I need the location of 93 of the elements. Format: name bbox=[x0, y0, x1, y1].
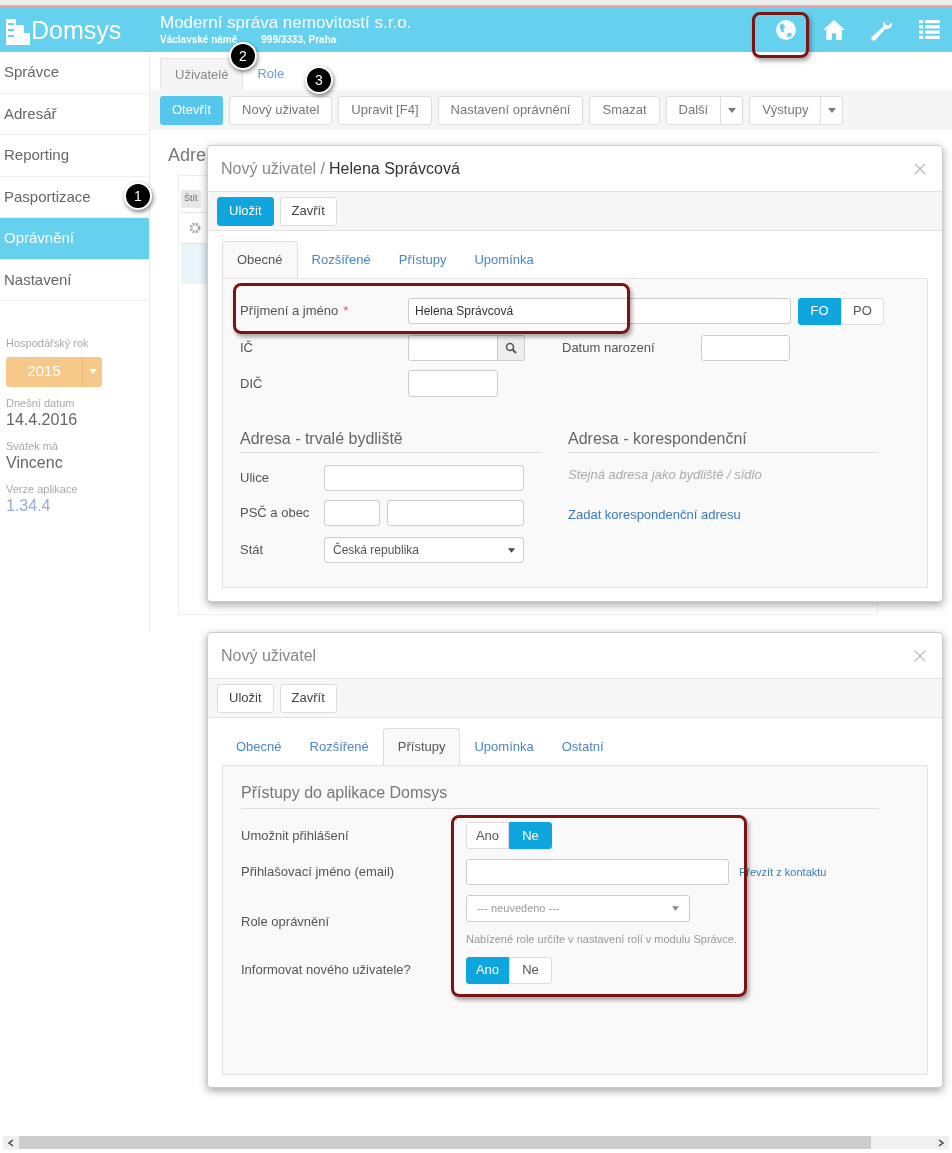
help-text: Nabízené role určíte v nastavení rolí v modulu Správce. bbox=[466, 932, 737, 947]
tab[interactable]: Obecné bbox=[222, 728, 296, 765]
toggle-option[interactable]: Ne bbox=[509, 822, 552, 849]
tag-chip: Štít bbox=[181, 190, 201, 208]
close-icon[interactable] bbox=[914, 162, 926, 175]
caret-icon bbox=[88, 369, 97, 374]
home-icon[interactable] bbox=[823, 18, 845, 41]
info-label: Verze aplikace bbox=[6, 481, 79, 496]
toolbar-button[interactable]: Další bbox=[665, 95, 744, 125]
field-label: Ulice bbox=[240, 469, 270, 488]
required-mark: * bbox=[343, 302, 349, 321]
city-input[interactable] bbox=[387, 500, 524, 526]
field-label: Informovat nového uživatele? bbox=[241, 961, 412, 980]
toggle-option[interactable]: Ano bbox=[466, 956, 509, 984]
dialog-button[interactable]: Zavřít bbox=[279, 196, 337, 226]
field-label: Umožnit přihlášení bbox=[241, 826, 350, 845]
tab[interactable]: Přístupy bbox=[382, 728, 461, 765]
field-label: Přihlašovací jméno (email) bbox=[241, 863, 396, 882]
field-label: DIČ bbox=[240, 374, 264, 393]
street-input[interactable] bbox=[324, 465, 524, 491]
tab[interactable]: Obecné bbox=[222, 241, 298, 278]
role-select[interactable]: --- neuvedeno --- bbox=[466, 895, 690, 922]
ic-search-field[interactable] bbox=[408, 335, 525, 361]
sidebar-item[interactable]: Pasportizace bbox=[4, 185, 91, 208]
chevron-right-icon[interactable] bbox=[937, 1138, 945, 1147]
caret-icon bbox=[827, 107, 836, 113]
dialog-button[interactable]: Zavřít bbox=[279, 683, 337, 713]
toggle-option[interactable]: Ano bbox=[466, 822, 509, 849]
info-label: Dnešní datum bbox=[6, 395, 76, 410]
field-label: PSČ a obec bbox=[240, 504, 311, 523]
globe-icon[interactable] bbox=[775, 18, 797, 41]
toolbar-button[interactable]: Smazat bbox=[589, 95, 660, 125]
section-heading: Přístupy do aplikace Domsys bbox=[241, 781, 879, 809]
company-name: Moderní správa nemovitostí s.r.o. bbox=[160, 13, 413, 33]
tab[interactable]: Rozšířené bbox=[297, 241, 385, 278]
field-label: Role oprávnění bbox=[241, 912, 331, 931]
caret-icon bbox=[727, 107, 736, 113]
field-label: Stát bbox=[240, 541, 265, 560]
version-text: 1.34.4 bbox=[6, 495, 52, 516]
dic-input[interactable] bbox=[408, 370, 498, 397]
field-label: Datum narození bbox=[562, 339, 656, 358]
info-value: Vincenc bbox=[6, 452, 64, 473]
note-text: Stejná adresa jako bydliště / sídlo bbox=[568, 466, 763, 484]
dialog-title: Nový uživatel / bbox=[221, 158, 326, 179]
dialog-button[interactable]: Uložit bbox=[217, 683, 274, 713]
sidebar-item[interactable]: Správce bbox=[4, 61, 60, 84]
field-label: Hospodářský rok bbox=[6, 336, 90, 351]
info-label: Svátek má bbox=[6, 438, 59, 453]
section-heading: Adresa - trvalé bydliště bbox=[240, 427, 541, 453]
dialog-button[interactable]: Uložit bbox=[217, 196, 274, 226]
toggle-option[interactable]: PO bbox=[841, 297, 884, 325]
address-link[interactable]: Zadat korespondenční adresu bbox=[568, 504, 741, 524]
tab[interactable]: Přístupy bbox=[384, 241, 461, 278]
zip-input[interactable] bbox=[324, 500, 380, 526]
section-heading: Adre bbox=[168, 144, 207, 167]
logo-text: Domsys bbox=[31, 14, 122, 45]
toggle-option[interactable]: Ne bbox=[509, 956, 552, 984]
section-heading: Adresa - korespondenční bbox=[568, 427, 879, 453]
toolbar-button[interactable]: Výstupy bbox=[749, 95, 844, 125]
name-input[interactable]: Helena Správcová bbox=[408, 298, 791, 324]
toolbar-button[interactable]: Nový uživatel bbox=[229, 95, 333, 125]
caret-icon bbox=[672, 906, 679, 911]
horizontal-scrollbar[interactable] bbox=[3, 1136, 949, 1149]
field-label: Příjmení a jméno bbox=[240, 302, 339, 321]
highlight-frame bbox=[752, 12, 809, 58]
email-input[interactable] bbox=[466, 859, 729, 885]
step-number: 3 bbox=[305, 66, 333, 94]
step-number: 1 bbox=[124, 182, 152, 210]
info-value: 14.4.2016 bbox=[6, 409, 79, 430]
caret-icon bbox=[508, 547, 515, 553]
toolbar-button[interactable]: Nastavení oprávnění bbox=[437, 95, 584, 125]
wrench-icon[interactable] bbox=[871, 18, 893, 41]
sidebar-item[interactable]: Nastavení bbox=[4, 268, 72, 291]
close-icon[interactable] bbox=[914, 649, 926, 662]
field-label: IČ bbox=[240, 339, 254, 358]
dialog-title: Nový uživatel bbox=[221, 645, 317, 666]
tab[interactable]: Upomínka bbox=[460, 241, 548, 278]
list-icon[interactable] bbox=[919, 20, 940, 39]
chevron-left-icon[interactable] bbox=[7, 1138, 15, 1147]
tab[interactable]: Rozšířené bbox=[295, 728, 383, 765]
year-value: 2015 bbox=[26, 361, 62, 382]
sidebar-item[interactable]: Adresář bbox=[4, 102, 57, 125]
address-text: 999/3333, Praha bbox=[261, 33, 337, 46]
dialog-title: Helena Správcová bbox=[329, 158, 460, 179]
sidebar-item[interactable]: Reporting bbox=[4, 144, 70, 167]
gear-icon[interactable] bbox=[189, 222, 201, 234]
toggle-option[interactable]: FO bbox=[798, 297, 841, 325]
date-input[interactable] bbox=[701, 335, 790, 361]
country-select[interactable]: Česká republika bbox=[324, 537, 524, 563]
tab[interactable]: Ostatní bbox=[547, 728, 618, 765]
tab[interactable]: Upomínka bbox=[460, 728, 548, 765]
search-icon[interactable] bbox=[505, 342, 517, 354]
toolbar-button[interactable]: Upravit [F4] bbox=[338, 95, 432, 125]
